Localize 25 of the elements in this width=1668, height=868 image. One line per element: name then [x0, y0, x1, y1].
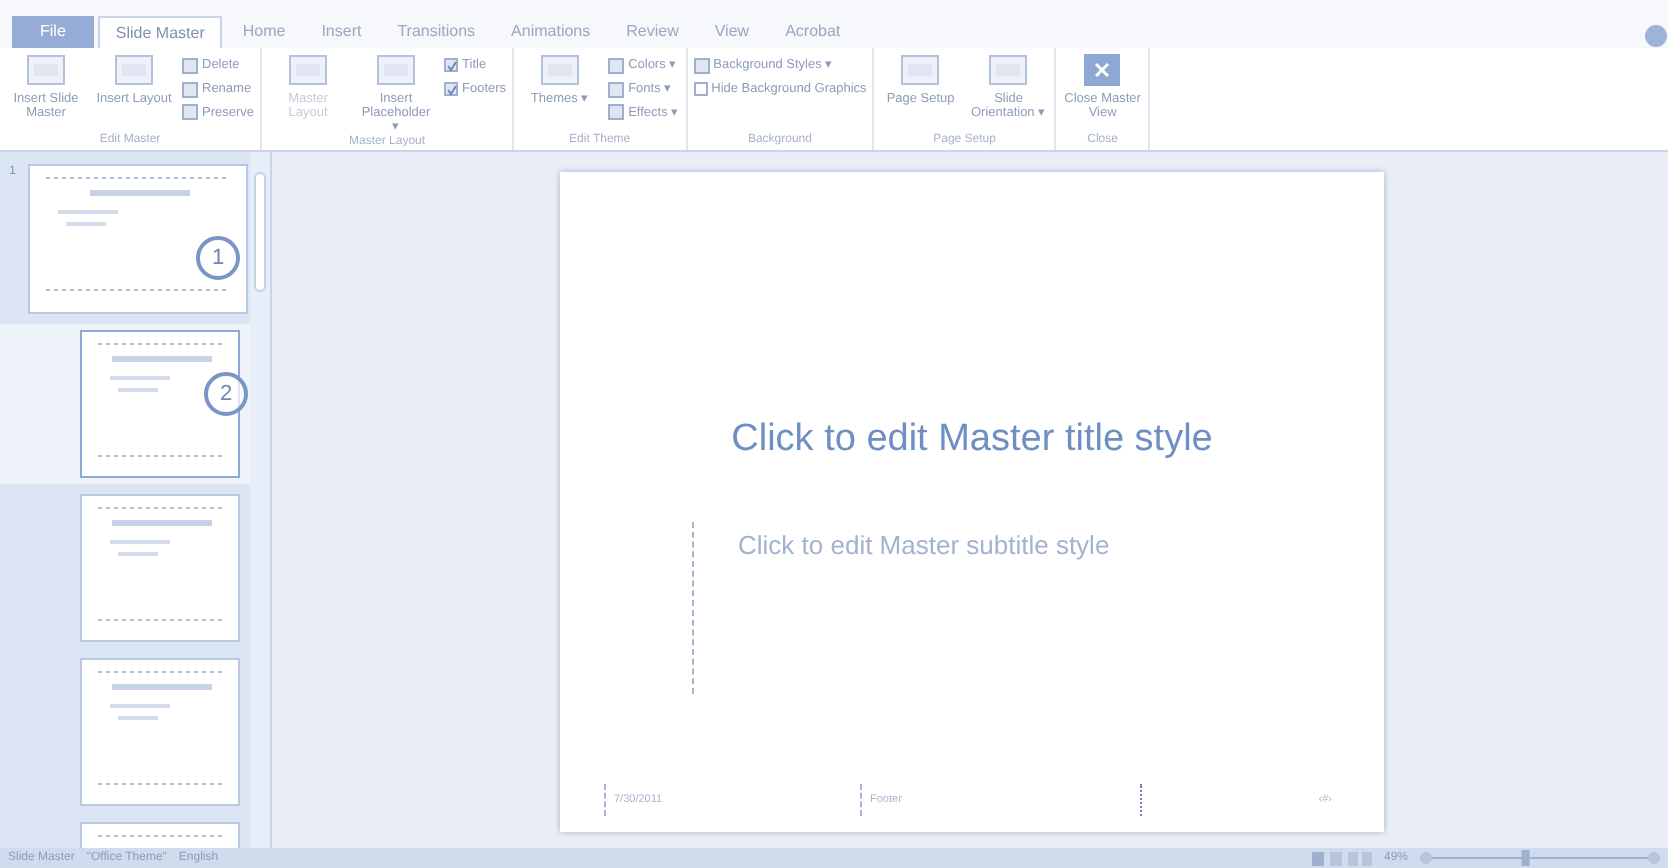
- scrollbar[interactable]: [250, 152, 270, 848]
- slide-icon: [114, 52, 154, 88]
- slide-icon: [988, 52, 1029, 88]
- slide-icon: [540, 52, 581, 88]
- slide-subtitle: Click to edit Master subtitle style: [738, 527, 1112, 564]
- slider-thumb[interactable]: [1521, 850, 1530, 866]
- zoom-in-icon[interactable]: [1648, 852, 1660, 864]
- small-icon: [693, 57, 710, 74]
- slide-icon: [26, 52, 66, 88]
- ribbon-tab[interactable]: Home: [226, 16, 302, 48]
- slide-icon: [376, 52, 417, 88]
- slide-icon: [288, 52, 329, 88]
- help-icon: [1644, 24, 1668, 48]
- ribbon-tab[interactable]: View: [698, 16, 766, 48]
- ribbon-tab[interactable]: Animations: [495, 16, 607, 48]
- ribbon-tab[interactable]: Insert: [305, 16, 378, 48]
- file-tab[interactable]: File: [12, 16, 94, 48]
- view-buttons-icon: [1311, 851, 1372, 865]
- ribbon-tab[interactable]: Slide Master: [97, 16, 223, 48]
- ribbon-tab[interactable]: Review: [610, 16, 695, 48]
- ribbon-tab[interactable]: Acrobat: [769, 16, 857, 48]
- zoom-out-icon[interactable]: [1420, 852, 1432, 864]
- slide-icon: [900, 52, 941, 88]
- slide-title: Click to edit Master title style: [729, 416, 1215, 464]
- ribbon-tab[interactable]: Transitions: [381, 16, 492, 48]
